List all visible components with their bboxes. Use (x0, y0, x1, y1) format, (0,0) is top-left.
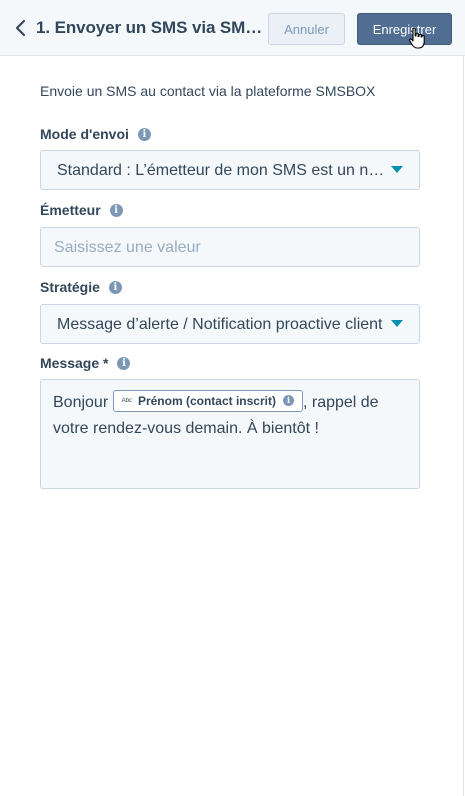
strategy-select-value: Message d’alerte / Notification proactiv… (57, 316, 383, 333)
info-icon[interactable]: i (109, 203, 123, 217)
caret-down-icon (391, 320, 403, 327)
info-icon[interactable]: i (282, 395, 294, 407)
chevron-left-icon[interactable] (12, 17, 30, 39)
info-icon[interactable]: i (117, 356, 131, 370)
info-icon[interactable]: i (137, 127, 151, 141)
message-label-text: Message * (40, 355, 109, 371)
mode-label: Mode d'envoi i (40, 126, 151, 142)
message-text-before: Bonjour (53, 394, 113, 411)
panel-right-border (463, 56, 464, 796)
panel-header: 1. Envoyer un SMS via SMSBOX Annuler Enr… (0, 0, 465, 56)
personalization-token[interactable]: Abc Prénom (contact inscrit) i (112, 389, 303, 412)
mode-select[interactable]: Standard : L’émetteur de mon SMS est un … (40, 150, 420, 190)
strategy-label: Stratégie i (40, 279, 122, 295)
info-icon[interactable]: i (108, 280, 122, 294)
cancel-button[interactable]: Annuler (268, 13, 345, 45)
caret-down-icon (391, 166, 403, 173)
mode-select-value: Standard : L’émetteur de mon SMS est un … (57, 162, 387, 179)
sender-placeholder: Saisissez une valeur (54, 239, 201, 256)
sender-label-text: Émetteur (40, 202, 101, 218)
sender-input[interactable]: Saisissez une valeur (40, 227, 420, 267)
sender-label: Émetteur i (40, 202, 123, 218)
mode-label-text: Mode d'envoi (40, 126, 129, 142)
token-label: Prénom (contact inscrit) (137, 393, 276, 408)
action-description: Envoie un SMS au contact via la platefor… (40, 83, 376, 99)
page-title: 1. Envoyer un SMS via SMSBOX (36, 18, 264, 37)
strategy-label-text: Stratégie (40, 279, 100, 295)
hand-cursor-icon (408, 27, 425, 49)
token-type-icon: Abc (121, 397, 132, 404)
message-textarea[interactable]: Bonjour Abc Prénom (contact inscrit) i, ra… (40, 379, 420, 489)
strategy-select[interactable]: Message d’alerte / Notification proactiv… (40, 304, 420, 344)
save-button[interactable]: Enregistrer (357, 13, 452, 45)
message-label: Message * i (40, 355, 131, 371)
